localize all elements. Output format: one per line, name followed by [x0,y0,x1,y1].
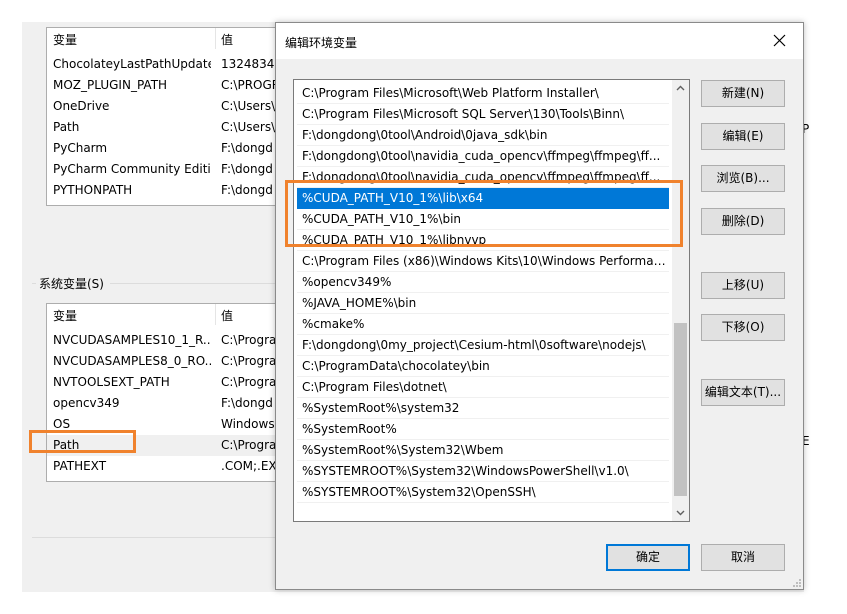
variable-name: PATHEXT [53,459,107,473]
browse-button[interactable]: 浏览(B)... [701,165,785,192]
table-row[interactable]: PyCharm F:\dongd [47,138,300,159]
path-list-item[interactable]: C:\Program Files\Microsoft SQL Server\13… [297,104,669,125]
variable-name: NVTOOLSEXT_PATH [53,375,170,389]
variable-name: OS [53,417,71,431]
table-row[interactable]: Path C:\Users\ [47,117,300,138]
variable-value: F:\dongd [221,162,273,176]
variable-name: NVCUDASAMPLES8_0_RO... [53,354,211,368]
edit-text-button[interactable]: 编辑文本(T)... [701,379,785,406]
scrollbar-thumb[interactable] [674,323,687,496]
table-row[interactable]: PYTHONPATH F:\dongd [47,180,300,201]
resize-grip-icon[interactable] [792,578,802,588]
column-header-value[interactable]: 值 [221,31,233,48]
path-list-item[interactable]: %SystemRoot% [297,419,669,440]
table-row[interactable]: NVCUDASAMPLES8_0_RO... C:\Progra [47,351,300,372]
user-variables-list[interactable]: 变量 值 ChocolateyLastPathUpdate 13248342 MOZ… [46,27,301,206]
path-list-item[interactable]: %SystemRoot%\System32\Wbem [297,440,669,461]
variable-name: OneDrive [53,99,110,113]
path-list-item[interactable]: F:\dongdong\0tool\navidia_cuda_opencv\ff… [297,146,669,167]
path-list-item[interactable]: F:\dongdong\0my_project\Cesium-html\0sof… [297,335,669,356]
path-list-item[interactable]: C:\Program Files\Microsoft\Web Platform … [297,83,669,104]
path-list-item[interactable]: %CUDA_PATH_V10_1%\bin [297,209,669,230]
variable-name: PyCharm Community Editi... [53,162,211,176]
edit-environment-variable-dialog: 编辑环境变量 C:\Program Files\Microsoft\Web Pl… [275,22,804,590]
table-row[interactable]: OneDrive C:\Users\ [47,96,300,117]
table-row[interactable]: PyCharm Community Editi... F:\dongd [47,159,300,180]
variable-name: PYTHONPATH [53,183,133,197]
variable-value: C:\Progra [221,438,277,452]
variable-value: .COM;.EX [221,459,277,473]
path-list-item[interactable]: %cmake% [297,314,669,335]
scroll-up-icon[interactable] [676,85,685,91]
column-header-value[interactable]: 值 [221,307,233,324]
table-row[interactable]: Path C:\Progra [47,435,300,456]
new-button[interactable]: 新建(N) [701,80,785,107]
variable-value: C:\Progra [221,333,277,347]
variable-name: PyCharm [53,141,108,155]
variable-name: Path [53,120,80,134]
column-separator [215,28,216,49]
path-list-item[interactable]: %CUDA_PATH_V10_1%\libnvvp [297,230,669,251]
path-list-item[interactable]: %SYSTEMROOT%\System32\OpenSSH\ [297,482,669,503]
system-variables-list[interactable]: 变量 值 NVCUDASAMPLES10_1_R... C:\Progra NVCU… [46,303,301,482]
path-list[interactable]: C:\Program Files\Microsoft\Web Platform … [293,79,690,522]
variable-value: C:\Users\ [221,99,276,113]
path-list-item[interactable]: %JAVA_HOME%\bin [297,293,669,314]
vertical-scrollbar[interactable] [672,80,689,521]
path-list-item[interactable]: C:\Program Files (x86)\Windows Kits\10\W… [297,251,669,272]
table-row[interactable]: NVTOOLSEXT_PATH C:\Progra [47,372,300,393]
cancel-button[interactable]: 取消 [701,544,785,571]
close-button[interactable] [757,23,803,59]
variable-name: NVCUDASAMPLES10_1_R... [53,333,211,347]
path-list-item[interactable]: F:\dongdong\0tool\Android\0java_sdk\bin [297,125,669,146]
variable-value: C:\Users\ [221,120,276,134]
group-line [32,537,300,538]
variable-value: F:\dongd [221,183,273,197]
path-list-item[interactable]: C:\ProgramData\chocolatey\bin [297,356,669,377]
table-row[interactable]: NVCUDASAMPLES10_1_R... C:\Progra [47,330,300,351]
move-up-button[interactable]: 上移(U) [701,272,785,299]
table-row[interactable]: PATHEXT .COM;.EX [47,456,300,477]
dialog-title: 编辑环境变量 [285,36,358,50]
variable-value: 13248342 [221,57,281,71]
column-header-name[interactable]: 变量 [53,307,77,324]
variable-value: F:\dongd [221,396,273,410]
path-list-item[interactable]: %SystemRoot%\system32 [297,398,669,419]
edit-button[interactable]: 编辑(E) [701,123,785,150]
close-icon [773,34,786,47]
variable-name: Path [53,438,80,452]
column-separator [215,304,216,325]
path-list-item[interactable]: C:\Program Files\dotnet\ [297,377,669,398]
ok-button[interactable]: 确定 [606,544,690,571]
dialog-titlebar[interactable]: 编辑环境变量 [276,23,803,59]
table-row[interactable]: opencv349 F:\dongd [47,393,300,414]
delete-button[interactable]: 删除(D) [701,208,785,235]
variable-value: C:\PROGR [221,78,281,92]
group-line [110,283,280,284]
variable-name: ChocolateyLastPathUpdate [53,57,211,71]
table-row[interactable]: ChocolateyLastPathUpdate 13248342 [47,54,300,75]
variable-name: opencv349 [53,396,120,410]
variable-value: F:\dongd [221,141,273,155]
scroll-down-icon[interactable] [676,510,685,516]
move-down-button[interactable]: 下移(O) [701,314,785,341]
table-row[interactable]: MOZ_PLUGIN_PATH C:\PROGR [47,75,300,96]
table-row[interactable]: OS Windows [47,414,300,435]
user-variables-header: 变量 值 [47,28,300,49]
column-header-name[interactable]: 变量 [53,31,77,48]
system-variables-label: 系统变量(S) [36,275,107,292]
variable-value: C:\Progra [221,354,277,368]
variable-value: C:\Progra [221,375,277,389]
variable-value: Windows [221,417,275,431]
path-list-item[interactable]: F:\dongdong\0tool\navidia_cuda_opencv\ff… [297,167,669,188]
variable-name: MOZ_PLUGIN_PATH [53,78,168,92]
path-list-item[interactable]: %opencv349% [297,272,669,293]
path-list-item[interactable]: %CUDA_PATH_V10_1%\lib\x64 [297,188,669,209]
system-variables-header: 变量 值 [47,304,300,325]
path-list-item[interactable]: %SYSTEMROOT%\System32\WindowsPowerShell\… [297,461,669,482]
